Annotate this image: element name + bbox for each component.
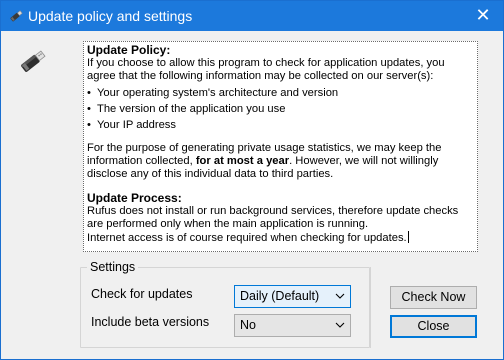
- list-item: The version of the application you use: [87, 101, 474, 117]
- window-title: Update policy and settings: [28, 8, 193, 24]
- collected-info-list: Your operating system's architecture and…: [87, 85, 474, 133]
- internet-paragraph: Internet access is of course required wh…: [87, 231, 474, 245]
- usb-drive-icon: [10, 10, 23, 22]
- divider: [370, 267, 371, 348]
- check-frequency-value: Daily (Default): [240, 289, 320, 303]
- stats-bold-text: for at most a year: [195, 155, 290, 167]
- update-policy-dialog: Update policy and settings ✕ Update Poli…: [0, 0, 504, 360]
- settings-legend: Settings: [87, 260, 139, 274]
- usb-drive-icon: [21, 50, 46, 72]
- chevron-down-icon: [335, 322, 345, 328]
- process-text: Rufus does not install or run background…: [87, 205, 459, 230]
- chevron-down-icon: [335, 293, 345, 299]
- check-now-button[interactable]: Check Now: [390, 286, 477, 309]
- include-beta-select[interactable]: No: [234, 314, 351, 337]
- list-item: Your operating system's architecture and…: [87, 85, 474, 101]
- update-policy-heading: Update Policy:: [87, 43, 171, 57]
- update-process-heading: Update Process:: [87, 191, 182, 205]
- close-window-button[interactable]: ✕: [463, 1, 503, 31]
- close-button[interactable]: Close: [390, 315, 477, 338]
- update-policy-text[interactable]: Update Policy: If you choose to allow th…: [83, 41, 478, 252]
- text-caret: [407, 231, 409, 243]
- include-beta-label: Include beta versions: [91, 315, 210, 329]
- title-bar[interactable]: Update policy and settings ✕: [1, 1, 503, 31]
- policy-intro: If you choose to allow this program to c…: [87, 57, 445, 82]
- list-item: Your IP address: [87, 117, 474, 133]
- statistics-paragraph: For the purpose of generating private us…: [87, 142, 474, 181]
- check-for-updates-label: Check for updates: [91, 287, 193, 301]
- internet-text: Internet access is of course required wh…: [87, 232, 407, 244]
- include-beta-value: No: [240, 318, 256, 332]
- check-frequency-select[interactable]: Daily (Default): [234, 285, 351, 308]
